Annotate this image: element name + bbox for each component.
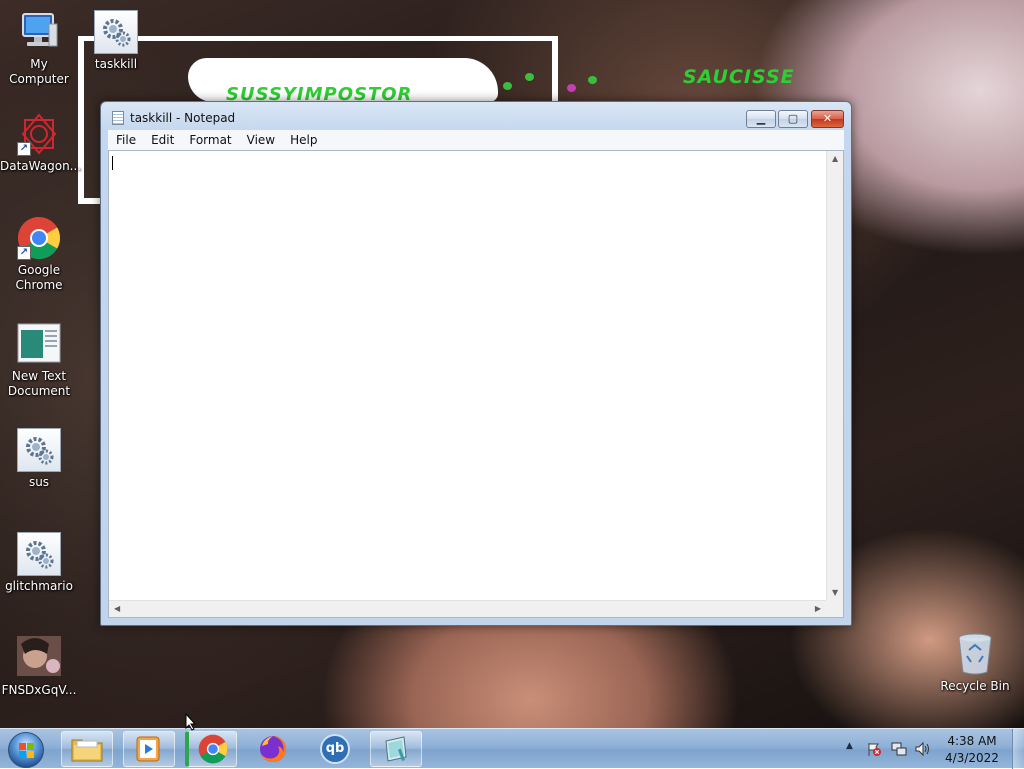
desktop-icon-datawagon[interactable]: ↗ DataWagon... — [0, 112, 82, 174]
computer-icon — [17, 10, 61, 54]
folder-icon — [71, 739, 103, 762]
text-editor-area[interactable]: ▲ ▼ ◀ ▶ — [108, 150, 844, 618]
wallpaper-decoration — [503, 82, 512, 90]
window-titlebar[interactable]: taskkill - Notepad ▁ ▢ ✕ — [101, 102, 851, 132]
scroll-down-arrow-icon[interactable]: ▼ — [832, 588, 838, 597]
desktop-icon-label: taskkill — [94, 57, 138, 71]
desktop-icon-my-computer[interactable]: My Computer — [0, 10, 78, 87]
menu-format[interactable]: Format — [181, 133, 238, 147]
menu-bar: File Edit Format View Help — [108, 130, 844, 150]
horizontal-scrollbar[interactable]: ◀ ▶ — [109, 600, 826, 617]
wallpaper-decoration — [525, 73, 534, 81]
clock-time[interactable]: 4:38 AM — [932, 734, 1012, 748]
desktop-icon-google-chrome[interactable]: ↗ Google Chrome — [0, 216, 78, 293]
vertical-scrollbar[interactable]: ▲ ▼ — [826, 151, 843, 600]
notepad-icon — [385, 736, 407, 762]
desktop-icon-label: glitchmario — [5, 579, 73, 593]
desktop-icon-label: New Text Document — [7, 369, 71, 398]
desktop-icon-glitchmario[interactable]: glitchmario — [0, 532, 78, 594]
firefox-icon — [260, 736, 286, 762]
recycle-bin-icon — [953, 632, 997, 676]
mouse-cursor-icon — [185, 713, 197, 731]
wallpaper-text-saucisse: SAUCISSE — [683, 66, 795, 88]
chrome-icon: ↗ — [17, 216, 61, 260]
taskbar-chrome[interactable] — [185, 731, 237, 767]
windows-logo-icon — [19, 751, 26, 758]
action-center-flag-icon[interactable] — [866, 741, 882, 757]
taskbar-explorer[interactable] — [61, 731, 113, 767]
taskbar-qbittorrent[interactable]: qb — [309, 731, 361, 767]
volume-icon[interactable] — [915, 741, 931, 757]
windows-logo-icon — [19, 743, 26, 750]
menu-help[interactable]: Help — [282, 133, 324, 147]
close-button[interactable]: ✕ — [811, 110, 844, 128]
desktop-icon-image-file[interactable]: FNSDxGqV... — [0, 636, 78, 698]
desktop-icon-label: Recycle Bin — [940, 679, 1010, 693]
clock-date[interactable]: 4/3/2022 — [932, 751, 1012, 765]
window-title: taskkill - Notepad — [130, 111, 236, 125]
minimize-icon: ▁ — [756, 112, 766, 125]
resize-grip[interactable] — [826, 600, 843, 617]
desktop-icon-label: sus — [28, 475, 50, 489]
desktop-icon-recycle-bin[interactable]: Recycle Bin — [936, 632, 1014, 694]
desktop-icon-new-text-document[interactable]: New Text Document — [0, 322, 78, 399]
maximize-icon: ▢ — [787, 112, 799, 125]
chrome-icon — [198, 734, 227, 764]
desktop-icon-taskkill[interactable]: taskkill — [77, 10, 155, 72]
wallpaper-decoration — [567, 84, 576, 92]
scroll-right-arrow-icon[interactable]: ▶ — [815, 604, 821, 613]
wallpaper-decoration — [588, 76, 597, 84]
batch-file-icon — [17, 428, 61, 472]
scroll-up-arrow-icon[interactable]: ▲ — [832, 154, 838, 163]
menu-view[interactable]: View — [239, 133, 282, 147]
menu-edit[interactable]: Edit — [143, 133, 181, 147]
taskbar-firefox[interactable] — [247, 731, 299, 767]
desktop-icon-sus[interactable]: sus — [0, 428, 78, 490]
maximize-button[interactable]: ▢ — [778, 110, 808, 128]
minimize-button[interactable]: ▁ — [746, 110, 776, 128]
scroll-left-arrow-icon[interactable]: ◀ — [114, 604, 120, 613]
show-hidden-icons-arrow-icon[interactable]: ▲ — [846, 741, 853, 751]
taskbar: qb ▲ 4:38 AM 4/3/2022 — [0, 728, 1024, 769]
media-player-icon — [136, 736, 160, 762]
start-button[interactable] — [8, 732, 44, 768]
text-document-icon — [17, 322, 61, 366]
desktop-icon-label: FNSDxGqV... — [1, 683, 77, 697]
taskbar-notepad[interactable] — [370, 731, 422, 767]
network-icon[interactable] — [891, 741, 907, 757]
windows-logo-icon — [27, 743, 34, 750]
notepad-icon — [112, 111, 124, 125]
qbittorrent-icon: qb — [320, 734, 350, 764]
batch-file-icon — [17, 532, 61, 576]
text-caret — [112, 156, 113, 170]
desktop-icon-label: DataWagon... — [0, 159, 82, 173]
taskbar-media-player[interactable] — [123, 731, 175, 767]
shortcut-arrow-icon: ↗ — [17, 142, 31, 156]
desktop-icon-label: My Computer — [9, 57, 69, 86]
batch-file-icon — [94, 10, 138, 54]
notepad-window[interactable]: taskkill - Notepad ▁ ▢ ✕ File Edit Forma… — [100, 101, 852, 626]
system-tray: ▲ 4:38 AM 4/3/2022 — [840, 729, 1024, 769]
show-desktop-button[interactable] — [1012, 729, 1024, 769]
image-thumbnail-icon — [17, 636, 61, 680]
desktop-icon-label: Google Chrome — [15, 263, 63, 292]
windows-logo-icon — [27, 751, 34, 758]
datawagon-icon: ↗ — [17, 112, 61, 156]
menu-file[interactable]: File — [108, 133, 143, 147]
shortcut-arrow-icon: ↗ — [17, 246, 31, 260]
close-icon: ✕ — [822, 112, 833, 125]
